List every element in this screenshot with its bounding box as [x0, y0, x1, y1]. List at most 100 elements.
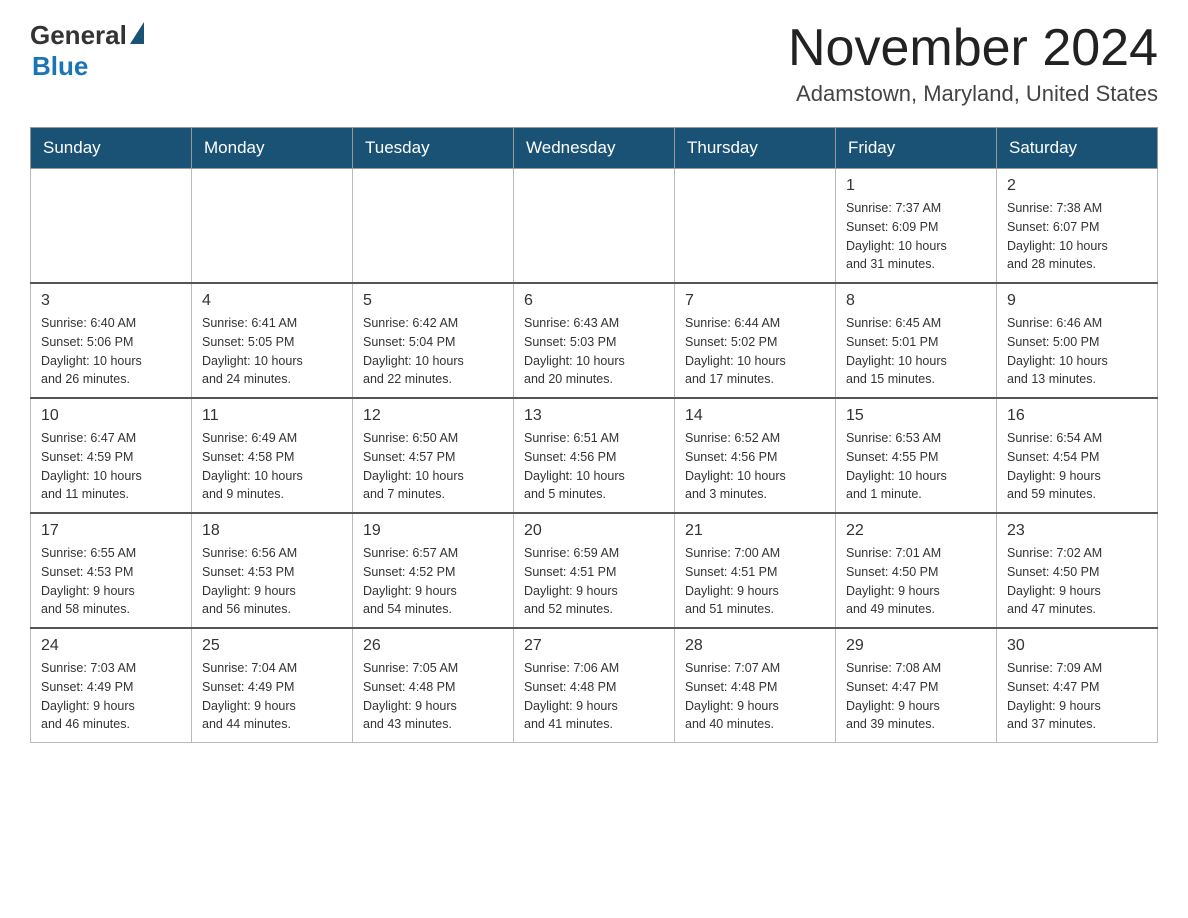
calendar-cell [31, 169, 192, 284]
calendar-cell: 6 Sunrise: 6:43 AM Sunset: 5:03 PM Daylig… [514, 283, 675, 398]
day-info: Sunrise: 6:59 AM Sunset: 4:51 PM Dayligh… [524, 544, 664, 619]
day-number: 29 [846, 637, 986, 655]
day-number: 24 [41, 637, 181, 655]
calendar-cell: 10 Sunrise: 6:47 AM Sunset: 4:59 PM Dayli… [31, 398, 192, 513]
calendar-cell [353, 169, 514, 284]
calendar-cell: 2Sunrise: 7:38 AM Sunset: 6:07 PM Daylig… [997, 169, 1158, 284]
day-info: Sunrise: 6:40 AM Sunset: 5:06 PM Dayligh… [41, 314, 181, 389]
calendar-cell: 25Sunrise: 7:04 AM Sunset: 4:49 PM Dayli… [192, 628, 353, 743]
day-info: Sunrise: 6:52 AM Sunset: 4:56 PM Dayligh… [685, 429, 825, 504]
day-number: 14 [685, 407, 825, 425]
day-number: 26 [363, 637, 503, 655]
day-number: 12 [363, 407, 503, 425]
day-info: Sunrise: 6:53 AM Sunset: 4:55 PM Dayligh… [846, 429, 986, 504]
day-number: 5 [363, 292, 503, 310]
calendar-cell: 7 Sunrise: 6:44 AM Sunset: 5:02 PM Daylig… [675, 283, 836, 398]
calendar-week-row: 10 Sunrise: 6:47 AM Sunset: 4:59 PM Dayli… [31, 398, 1158, 513]
weekday-header-sunday: Sunday [31, 128, 192, 169]
day-info: Sunrise: 7:07 AM Sunset: 4:48 PM Dayligh… [685, 659, 825, 734]
month-title: November 2024 [788, 20, 1158, 77]
location-subtitle: Adamstown, Maryland, United States [788, 81, 1158, 107]
calendar-cell: 9 Sunrise: 6:46 AM Sunset: 5:00 PM Daylig… [997, 283, 1158, 398]
day-number: 16 [1007, 407, 1147, 425]
day-number: 6 [524, 292, 664, 310]
day-info: Sunrise: 7:05 AM Sunset: 4:48 PM Dayligh… [363, 659, 503, 734]
calendar-cell: 23 Sunrise: 7:02 AM Sunset: 4:50 PM Dayli… [997, 513, 1158, 628]
weekday-header-friday: Friday [836, 128, 997, 169]
day-info: Sunrise: 6:43 AM Sunset: 5:03 PM Dayligh… [524, 314, 664, 389]
page-header: General Blue November 2024 Adamstown, Ma… [30, 20, 1158, 107]
day-info: Sunrise: 7:08 AM Sunset: 4:47 PM Dayligh… [846, 659, 986, 734]
day-number: 20 [524, 522, 664, 540]
calendar-cell: 21 Sunrise: 7:00 AM Sunset: 4:51 PM Dayli… [675, 513, 836, 628]
day-info: Sunrise: 7:06 AM Sunset: 4:48 PM Dayligh… [524, 659, 664, 734]
calendar-cell: 28 Sunrise: 7:07 AM Sunset: 4:48 PM Dayli… [675, 628, 836, 743]
calendar-cell: 11 Sunrise: 6:49 AM Sunset: 4:58 PM Dayli… [192, 398, 353, 513]
calendar-cell: 13 Sunrise: 6:51 AM Sunset: 4:56 PM Dayli… [514, 398, 675, 513]
day-number: 15 [846, 407, 986, 425]
weekday-header-wednesday: Wednesday [514, 128, 675, 169]
day-number: 19 [363, 522, 503, 540]
calendar-week-row: 1Sunrise: 7:37 AM Sunset: 6:09 PM Daylig… [31, 169, 1158, 284]
weekday-header-monday: Monday [192, 128, 353, 169]
day-number: 28 [685, 637, 825, 655]
calendar-cell [675, 169, 836, 284]
calendar-cell: 14 Sunrise: 6:52 AM Sunset: 4:56 PM Dayli… [675, 398, 836, 513]
calendar-cell: 30Sunrise: 7:09 AM Sunset: 4:47 PM Dayli… [997, 628, 1158, 743]
day-number: 9 [1007, 292, 1147, 310]
calendar-cell: 16Sunrise: 6:54 AM Sunset: 4:54 PM Dayli… [997, 398, 1158, 513]
logo: General Blue [30, 20, 144, 82]
day-info: Sunrise: 7:02 AM Sunset: 4:50 PM Dayligh… [1007, 544, 1147, 619]
day-info: Sunrise: 7:04 AM Sunset: 4:49 PM Dayligh… [202, 659, 342, 734]
day-info: Sunrise: 6:51 AM Sunset: 4:56 PM Dayligh… [524, 429, 664, 504]
calendar-cell [514, 169, 675, 284]
day-info: Sunrise: 6:56 AM Sunset: 4:53 PM Dayligh… [202, 544, 342, 619]
calendar-cell: 29 Sunrise: 7:08 AM Sunset: 4:47 PM Dayli… [836, 628, 997, 743]
calendar-week-row: 17 Sunrise: 6:55 AM Sunset: 4:53 PM Dayli… [31, 513, 1158, 628]
day-number: 11 [202, 407, 342, 425]
day-number: 23 [1007, 522, 1147, 540]
day-number: 21 [685, 522, 825, 540]
day-info: Sunrise: 7:01 AM Sunset: 4:50 PM Dayligh… [846, 544, 986, 619]
day-number: 27 [524, 637, 664, 655]
day-number: 10 [41, 407, 181, 425]
day-info: Sunrise: 6:44 AM Sunset: 5:02 PM Dayligh… [685, 314, 825, 389]
weekday-header-row: SundayMondayTuesdayWednesdayThursdayFrid… [31, 128, 1158, 169]
logo-triangle-icon [130, 22, 144, 44]
calendar-cell [192, 169, 353, 284]
day-number: 17 [41, 522, 181, 540]
title-section: November 2024 Adamstown, Maryland, Unite… [788, 20, 1158, 107]
calendar-cell: 20 Sunrise: 6:59 AM Sunset: 4:51 PM Dayli… [514, 513, 675, 628]
calendar-week-row: 24Sunrise: 7:03 AM Sunset: 4:49 PM Dayli… [31, 628, 1158, 743]
calendar-cell: 27 Sunrise: 7:06 AM Sunset: 4:48 PM Dayli… [514, 628, 675, 743]
day-number: 7 [685, 292, 825, 310]
day-info: Sunrise: 6:55 AM Sunset: 4:53 PM Dayligh… [41, 544, 181, 619]
day-info: Sunrise: 6:57 AM Sunset: 4:52 PM Dayligh… [363, 544, 503, 619]
calendar-cell: 4 Sunrise: 6:41 AM Sunset: 5:05 PM Daylig… [192, 283, 353, 398]
day-info: Sunrise: 6:50 AM Sunset: 4:57 PM Dayligh… [363, 429, 503, 504]
day-number: 4 [202, 292, 342, 310]
day-number: 3 [41, 292, 181, 310]
day-info: Sunrise: 6:46 AM Sunset: 5:00 PM Dayligh… [1007, 314, 1147, 389]
calendar-cell: 24Sunrise: 7:03 AM Sunset: 4:49 PM Dayli… [31, 628, 192, 743]
weekday-header-saturday: Saturday [997, 128, 1158, 169]
day-number: 13 [524, 407, 664, 425]
calendar-week-row: 3 Sunrise: 6:40 AM Sunset: 5:06 PM Daylig… [31, 283, 1158, 398]
day-number: 22 [846, 522, 986, 540]
day-info: Sunrise: 6:41 AM Sunset: 5:05 PM Dayligh… [202, 314, 342, 389]
calendar-cell: 26 Sunrise: 7:05 AM Sunset: 4:48 PM Dayli… [353, 628, 514, 743]
day-number: 2 [1007, 177, 1147, 195]
day-number: 1 [846, 177, 986, 195]
calendar-cell: 5Sunrise: 6:42 AM Sunset: 5:04 PM Daylig… [353, 283, 514, 398]
calendar-cell: 18Sunrise: 6:56 AM Sunset: 4:53 PM Dayli… [192, 513, 353, 628]
weekday-header-tuesday: Tuesday [353, 128, 514, 169]
day-info: Sunrise: 7:00 AM Sunset: 4:51 PM Dayligh… [685, 544, 825, 619]
day-info: Sunrise: 6:49 AM Sunset: 4:58 PM Dayligh… [202, 429, 342, 504]
calendar-cell: 15 Sunrise: 6:53 AM Sunset: 4:55 PM Dayli… [836, 398, 997, 513]
calendar-cell: 12 Sunrise: 6:50 AM Sunset: 4:57 PM Dayli… [353, 398, 514, 513]
calendar-cell: 19 Sunrise: 6:57 AM Sunset: 4:52 PM Dayli… [353, 513, 514, 628]
calendar-cell: 17 Sunrise: 6:55 AM Sunset: 4:53 PM Dayli… [31, 513, 192, 628]
day-info: Sunrise: 6:47 AM Sunset: 4:59 PM Dayligh… [41, 429, 181, 504]
weekday-header-thursday: Thursday [675, 128, 836, 169]
day-info: Sunrise: 6:45 AM Sunset: 5:01 PM Dayligh… [846, 314, 986, 389]
